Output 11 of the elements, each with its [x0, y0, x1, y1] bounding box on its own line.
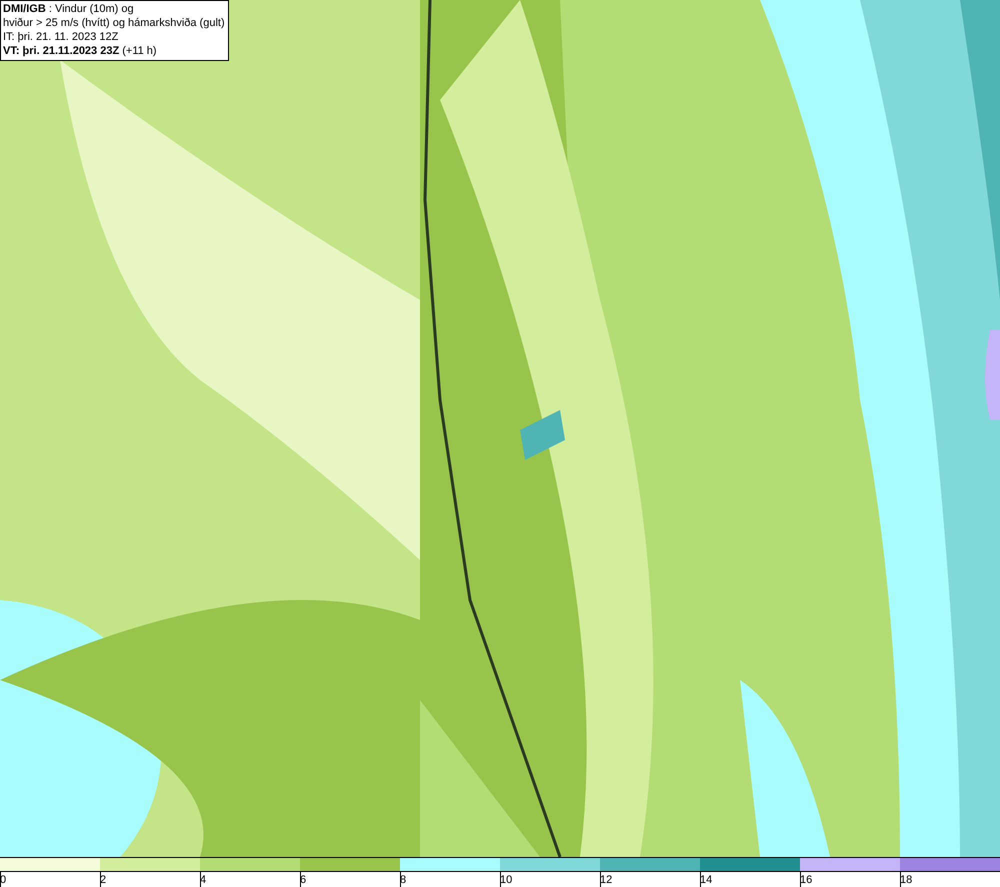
- info-text: hviður > 25 m/s (hvítt) og hámarkshviða (gult): [3, 16, 225, 30]
- tick-label: 14: [700, 874, 712, 886]
- info-text: VT: þri. 21.11.2023 23Z (+11 h): [3, 44, 158, 58]
- info-text: IT: þri. 21. 11. 2023 12Z: [3, 30, 120, 44]
- tick-label: 16: [800, 874, 812, 886]
- tick-label: 18: [900, 874, 912, 886]
- tick-label: 12: [600, 874, 612, 886]
- tick-label: 4: [200, 874, 206, 886]
- info-text: DMI/IGB : Vindur (10m) og: [3, 2, 135, 16]
- tick-label: 10: [500, 874, 512, 886]
- tick-label: 2: [100, 874, 106, 886]
